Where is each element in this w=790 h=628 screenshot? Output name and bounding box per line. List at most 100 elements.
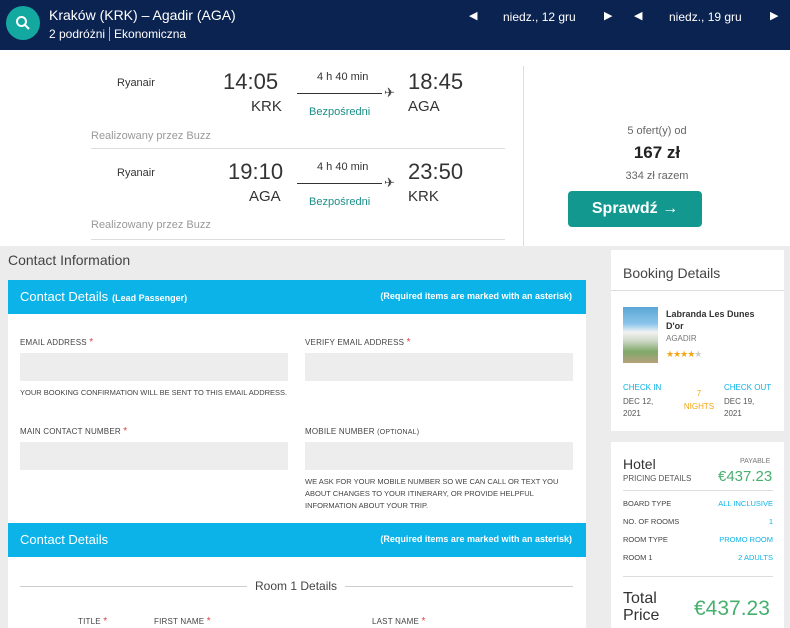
email-note: YOUR BOOKING CONFIRMATION WILL BE SENT T…	[20, 388, 288, 397]
main-contact-number-label-text: MAIN CONTACT NUMBER	[20, 427, 121, 436]
dep-code-return: AGA	[249, 188, 281, 205]
divider	[623, 490, 773, 491]
last-name-label-text: LAST NAME	[372, 617, 419, 626]
contact-details-header-2: Contact Details (Required items are mark…	[8, 523, 586, 557]
room-1-value: 2 ADULTS	[738, 553, 773, 562]
divider	[91, 148, 505, 149]
dep-code-outbound: KRK	[251, 98, 282, 115]
verify-email-label-text: VERIFY EMAIL ADDRESS	[305, 338, 405, 347]
required-note: (Required items are marked with an aster…	[380, 291, 572, 301]
arr-time-return: 23:50	[408, 159, 464, 184]
contact-details-header: Contact Details (Lead Passenger) (Require…	[8, 280, 586, 314]
mobile-note: WE ASK FOR YOUR MOBILE NUMBER SO WE CAN …	[305, 477, 559, 510]
operated-by-outbound: Realizowany przez Buzz	[91, 130, 211, 142]
check-in-date: DEC 12, 2021	[623, 397, 654, 418]
contact-details-title-2: Contact Details	[20, 532, 109, 547]
route-details[interactable]: 2 podróżni Ekonomiczna	[49, 27, 186, 41]
duration-outbound: 4 h 40 min	[317, 71, 369, 83]
depart-date[interactable]: niedz., 12 gru	[503, 10, 576, 24]
main-contact-number-input[interactable]	[20, 442, 288, 470]
hotel-pricing-heading: Hotel	[623, 456, 656, 472]
divider	[611, 290, 784, 291]
stops-return: Bezpośredni	[309, 196, 371, 208]
contact-details-title: Contact Details (Lead Passenger)	[20, 289, 187, 304]
plane-icon: ✈	[384, 85, 395, 100]
hotel-city: AGADIR	[666, 334, 697, 343]
nights-label: NIGHTS	[683, 402, 715, 411]
required-asterisk: *	[206, 616, 211, 627]
divider	[109, 27, 111, 41]
pricing-details-label: PRICING DETAILS	[623, 474, 692, 483]
nights-number: 7	[696, 389, 702, 398]
verify-email-input[interactable]	[305, 353, 573, 381]
last-name-label: LAST NAME *	[372, 616, 426, 627]
prev-return-date-icon[interactable]: ◀	[634, 9, 642, 22]
total-price-label: Total Price	[623, 590, 660, 624]
nights-count: 7 NIGHTS	[681, 387, 717, 413]
flight-line	[297, 93, 382, 94]
dep-time-outbound: 14:05	[223, 69, 279, 94]
email-label-text: EMAIL ADDRESS	[20, 338, 87, 347]
payable-label: PAYABLE	[740, 458, 771, 465]
offers-count: 5 ofert(y) od	[627, 125, 687, 137]
room-type-value: PROMO ROOM	[719, 535, 773, 544]
cabin-class: Ekonomiczna	[114, 27, 187, 41]
email-input[interactable]	[20, 353, 288, 381]
route-title[interactable]: Kraków (KRK) – Agadir (AGA)	[49, 7, 236, 23]
next-return-date-icon[interactable]: ▶	[770, 9, 778, 22]
optional-label: (OPTIONAL)	[377, 429, 420, 436]
booking-details-title: Booking Details	[623, 265, 721, 281]
rooms-count-label: NO. OF ROOMS	[623, 517, 680, 526]
star-rating: ★★★★★	[666, 349, 702, 360]
check-offer-button[interactable]: Sprawdź →	[568, 191, 702, 227]
offer-total: 334 zł razem	[625, 170, 689, 182]
mobile-number-input[interactable]	[305, 442, 573, 470]
required-asterisk: *	[406, 337, 411, 348]
arr-code-return: KRK	[408, 188, 439, 205]
search-summary-bar: Kraków (KRK) – Agadir (AGA) 2 podróżni E…	[0, 0, 790, 50]
divider	[91, 239, 505, 240]
required-asterisk: *	[103, 616, 108, 627]
total-price: €437.23	[694, 597, 770, 620]
divider	[623, 576, 773, 577]
required-asterisk: *	[89, 337, 94, 348]
dep-time-return: 19:10	[228, 159, 284, 184]
first-name-label-text: FIRST NAME	[154, 617, 205, 626]
verify-email-label: VERIFY EMAIL ADDRESS *	[305, 337, 411, 348]
arr-time-outbound: 18:45	[408, 69, 464, 94]
star-empty-icon: ★	[694, 349, 702, 359]
stops-outbound: Bezpośredni	[309, 106, 371, 118]
next-depart-date-icon[interactable]: ▶	[604, 9, 612, 22]
email-label: EMAIL ADDRESS *	[20, 337, 93, 348]
airline-return: Ryanair	[117, 167, 155, 179]
board-type-label: BOARD TYPE	[623, 499, 672, 508]
mobile-number-label: MOBILE NUMBER (OPTIONAL)	[305, 427, 419, 436]
check-out-date: DEC 19, 2021	[724, 397, 755, 418]
search-button[interactable]	[6, 6, 40, 40]
room-type-label: ROOM TYPE	[623, 535, 668, 544]
room-1-details-title: Room 1 Details	[247, 579, 346, 593]
check-out-label: CHECK OUT	[724, 383, 772, 392]
passengers-count: 2 podróżni	[49, 27, 106, 41]
star-icon: ★★★★	[666, 349, 695, 359]
hotel-name[interactable]: Labranda Les Dunes D'or	[666, 308, 766, 332]
hotel-price: €437.23	[718, 468, 773, 485]
prev-depart-date-icon[interactable]: ◀	[469, 9, 477, 22]
airline-outbound: Ryanair	[117, 77, 155, 89]
first-name-label: FIRST NAME *	[154, 616, 211, 627]
contact-information-title: Contact Information	[8, 252, 131, 268]
arr-code-outbound: AGA	[408, 98, 440, 115]
contact-details-label: Contact Details	[20, 289, 109, 304]
rooms-count-value: 1	[768, 517, 773, 526]
plane-icon: ✈	[384, 175, 395, 190]
title-label-text: TITLE	[78, 617, 101, 626]
required-note-2: (Required items are marked with an aster…	[380, 534, 572, 544]
hotel-image[interactable]	[623, 307, 658, 363]
required-asterisk: *	[421, 616, 426, 627]
operated-by-return: Realizowany przez Buzz	[91, 219, 211, 231]
mobile-number-label-text: MOBILE NUMBER	[305, 427, 375, 436]
required-asterisk: *	[123, 426, 128, 437]
duration-return: 4 h 40 min	[317, 161, 369, 173]
return-date[interactable]: niedz., 19 gru	[669, 10, 742, 24]
board-type-value: ALL INCLUSIVE	[718, 499, 773, 508]
